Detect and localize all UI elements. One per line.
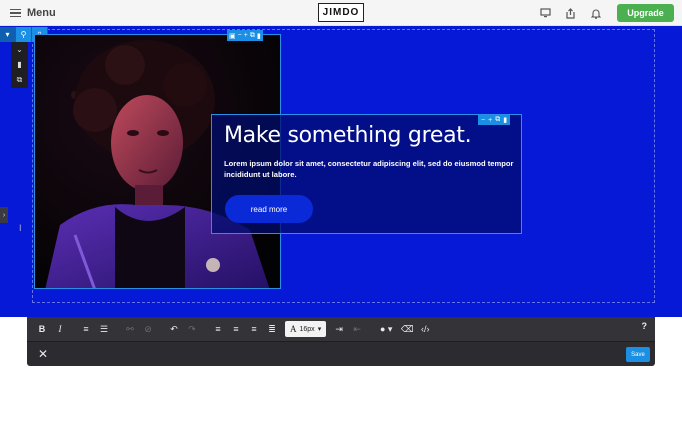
upgrade-button[interactable]: Upgrade (617, 4, 674, 22)
plus-icon[interactable]: + (244, 32, 248, 39)
minus-icon[interactable]: − (481, 117, 485, 124)
chevron-down-icon[interactable]: ⌄ (16, 45, 23, 54)
plus-icon[interactable]: + (488, 117, 492, 124)
formatting-row: B I ≡ ☰ ⚯ ⊘ ↶ ↷ ≡ ≡ ≡ ≣ A 16px ▾ ⇥ ⇤ ● ▾ (27, 317, 655, 341)
body-text[interactable]: Lorem ipsum dolor sit amet, consectetur … (224, 158, 514, 180)
align-justify-icon[interactable]: ≣ (263, 321, 281, 337)
minus-icon[interactable]: − (238, 32, 242, 39)
align-right-icon[interactable]: ≡ (245, 321, 263, 337)
paint-icon[interactable]: ⚲ (16, 27, 32, 42)
desktop-icon[interactable] (538, 6, 552, 20)
duplicate-icon[interactable]: ⧉ (495, 116, 500, 124)
headline[interactable]: Make something great. (224, 123, 472, 148)
text-editor-toolbar: B I ≡ ☰ ⚯ ⊘ ↶ ↷ ≡ ≡ ≡ ≣ A 16px ▾ ⇥ ⇤ ● ▾ (27, 317, 655, 366)
action-row: ✕ Save (27, 341, 655, 366)
redo-icon[interactable]: ↷ (183, 321, 201, 337)
menu-label: Menu (27, 7, 56, 19)
share-icon[interactable] (563, 6, 577, 20)
hero-section[interactable]: ▾ ⚲ ▯ ⌄ ▮ ⧉ › I (0, 26, 682, 317)
outdent-icon[interactable]: ⇤ (348, 321, 366, 337)
text-color-icon[interactable]: ● ▾ (374, 321, 398, 337)
hamburger-icon (10, 8, 21, 18)
ordered-list-icon[interactable]: ≡ (77, 321, 95, 337)
bold-icon[interactable]: B (33, 321, 51, 337)
bell-icon[interactable] (589, 6, 603, 20)
help-icon[interactable]: ? (642, 321, 648, 331)
italic-icon[interactable]: I (51, 321, 69, 337)
duplicate-icon[interactable]: ⧉ (17, 75, 23, 85)
trash-icon[interactable]: ▮ (257, 32, 261, 40)
top-bar: Menu JIMDO Upgrade (0, 0, 682, 26)
close-icon[interactable]: ✕ (38, 347, 48, 361)
text-block-toolbar: − + ⧉ ▮ (478, 115, 511, 125)
indent-icon[interactable]: ⇥ (330, 321, 348, 337)
unlink-icon[interactable]: ⊘ (139, 321, 157, 337)
image-icon[interactable]: ▣ (229, 32, 236, 40)
menu-button[interactable]: Menu (10, 5, 56, 21)
link-icon[interactable]: ⚯ (121, 321, 139, 337)
align-left-icon[interactable]: ≡ (209, 321, 227, 337)
bullet-list-icon[interactable]: ☰ (95, 321, 113, 337)
save-button[interactable]: Save (626, 347, 650, 362)
text-cursor-icon: I (19, 223, 22, 233)
jimdo-logo[interactable]: JIMDO (318, 3, 364, 22)
section-vertical-tools: ⌄ ▮ ⧉ (11, 42, 28, 88)
undo-icon[interactable]: ↶ (165, 321, 183, 337)
font-size-select[interactable]: A 16px ▾ (285, 321, 327, 337)
chevron-down-icon: ▾ (317, 326, 322, 333)
chevron-right-icon[interactable]: › (0, 207, 8, 223)
read-more-button[interactable]: read more (225, 195, 313, 223)
chevron-down-icon[interactable]: ▾ (0, 27, 16, 42)
image-toolbar: ▣ − + ⧉ ▮ (227, 30, 263, 41)
font-size-icon: A (290, 324, 297, 334)
code-icon[interactable]: ‹/› (416, 321, 434, 337)
duplicate-icon[interactable]: ⧉ (250, 32, 255, 40)
text-block[interactable]: Make something great. Lorem ipsum dolor … (211, 114, 522, 234)
trash-icon[interactable]: ▮ (503, 116, 507, 124)
trash-icon[interactable]: ▮ (17, 60, 21, 69)
editor-page: Menu JIMDO Upgrade ▾ ⚲ ▯ ⌄ ▮ ⧉ › I (0, 0, 682, 426)
eraser-icon[interactable]: ⌫ (398, 321, 416, 337)
align-center-icon[interactable]: ≡ (227, 321, 245, 337)
font-size-value: 16px (299, 325, 315, 333)
